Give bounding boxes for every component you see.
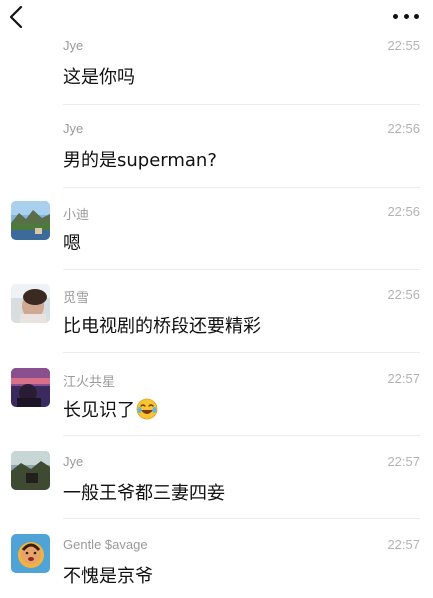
sender-name: Gentle $avage: [63, 537, 148, 552]
message-time: 22:56: [387, 204, 420, 219]
avatar-image: [11, 534, 50, 573]
message-time: 22:57: [387, 454, 420, 469]
avatar-image: [11, 368, 50, 407]
sender-name: 小迪: [63, 207, 90, 222]
sender-name: Jye: [63, 454, 84, 469]
message-text: 这是你吗: [63, 67, 135, 88]
sender-name: 江火共星: [63, 374, 116, 389]
message-time: 22:56: [387, 287, 420, 302]
divider: [63, 269, 420, 270]
more-button[interactable]: [393, 8, 419, 24]
message-text: 一般王爷都三妻四妾: [63, 483, 225, 504]
divider: [63, 352, 420, 353]
back-button[interactable]: [6, 4, 28, 30]
chat-header: [0, 0, 433, 36]
avatar-image: [11, 451, 50, 490]
avatar[interactable]: [11, 284, 50, 323]
avatar[interactable]: [11, 368, 50, 407]
avatar-image: [11, 201, 50, 240]
message-time: 22:55: [387, 38, 420, 53]
more-dots-icon: [393, 13, 398, 19]
message-text-row: 长见识了: [63, 396, 158, 422]
message-text: 比电视剧的桥段还要精彩: [63, 316, 261, 337]
message-text: 嗯: [63, 233, 81, 254]
divider: [63, 518, 420, 519]
message-text: 长见识了: [63, 400, 135, 421]
divider: [63, 187, 420, 188]
avatar-image: [11, 284, 50, 323]
laughing-crying-emoji-icon: [136, 398, 158, 420]
chevron-left-icon: [9, 5, 23, 29]
avatar[interactable]: [11, 534, 50, 573]
sender-name: Jye: [63, 38, 84, 53]
message-time: 22:57: [387, 537, 420, 552]
message-time: 22:56: [387, 121, 420, 136]
avatar[interactable]: [11, 201, 50, 240]
sender-name: 觅雪: [63, 290, 90, 305]
message-time: 22:57: [387, 371, 420, 386]
message-text: 男的是superman?: [63, 150, 217, 171]
divider: [63, 104, 420, 105]
message-text: 不愧是京爷: [63, 566, 153, 587]
avatar[interactable]: [11, 451, 50, 490]
sender-name: Jye: [63, 121, 84, 136]
divider: [63, 435, 420, 436]
